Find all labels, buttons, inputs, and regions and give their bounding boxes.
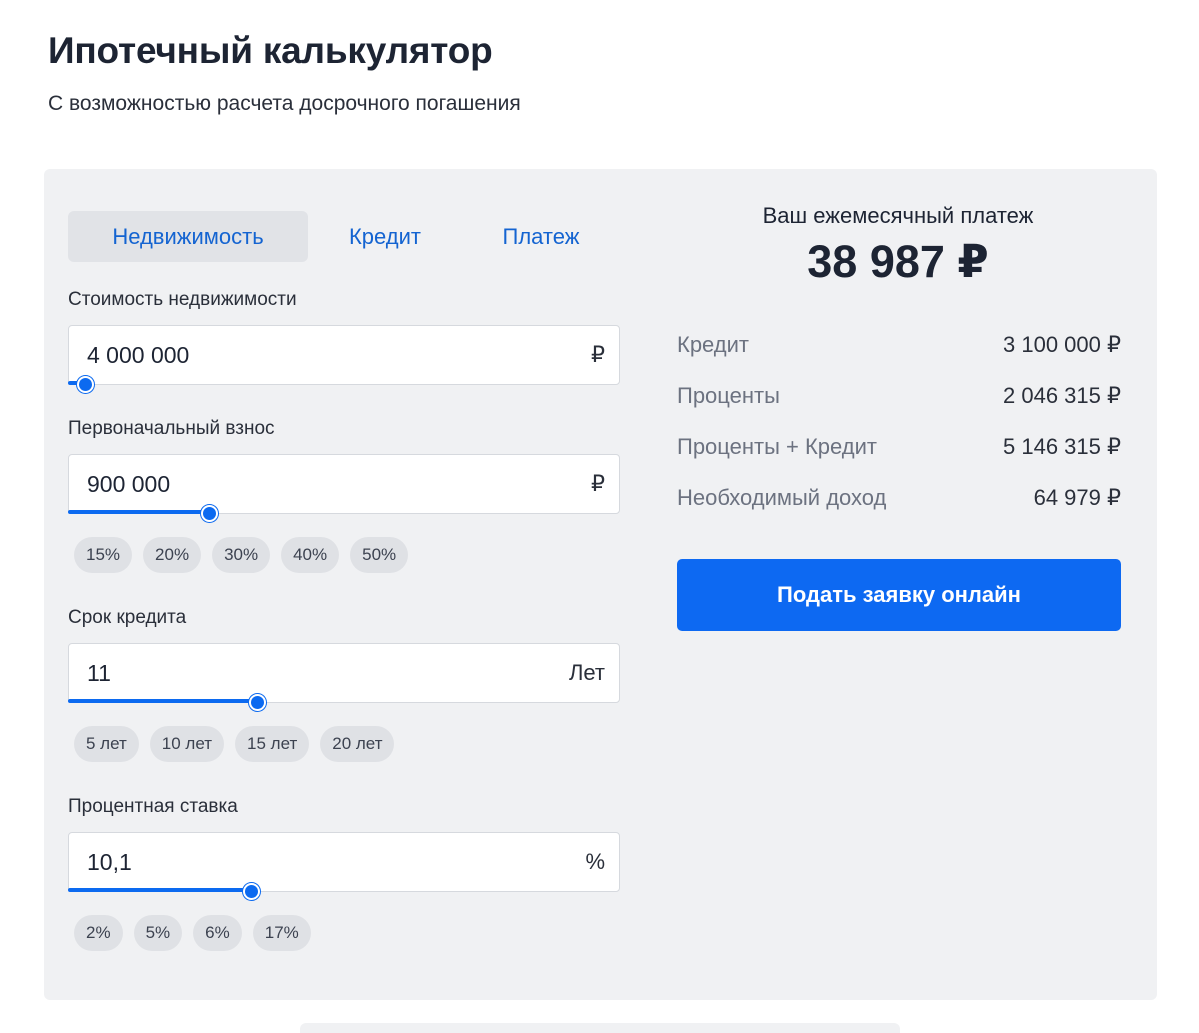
chip-term-10[interactable]: 10 лет	[149, 726, 225, 762]
next-section-edge	[300, 1023, 900, 1033]
summary-label: Проценты + Кредит	[677, 434, 877, 459]
summary-row-credit: Кредит 3 100 000 ₽	[677, 332, 1121, 358]
ruble-unit: ₽	[591, 342, 605, 367]
summary-label: Кредит	[677, 332, 750, 357]
summary-value: 3 100 000 ₽	[1003, 332, 1121, 357]
chip-down-payment-15[interactable]: 15%	[74, 537, 133, 573]
chip-rate-2[interactable]: 2%	[74, 915, 123, 951]
interest-rate-slider[interactable]	[68, 883, 620, 900]
tab-credit[interactable]: Кредит	[308, 211, 462, 262]
apply-online-button[interactable]: Подать заявку онлайн	[677, 559, 1121, 631]
chip-term-5[interactable]: 5 лет	[74, 726, 139, 762]
summary-value: 2 046 315 ₽	[1003, 383, 1121, 408]
property-cost-slider[interactable]	[68, 376, 620, 393]
chip-rate-6[interactable]: 6%	[193, 915, 242, 951]
slider-fill	[68, 888, 252, 892]
years-unit: Лет	[568, 660, 605, 685]
loan-term-chips: 5 лет 10 лет 15 лет 20 лет	[74, 726, 395, 762]
chip-down-payment-40[interactable]: 40%	[281, 537, 340, 573]
ruble-unit: ₽	[591, 471, 605, 496]
monthly-payment-title: Ваш ежемесячный платеж	[762, 203, 1034, 228]
chip-down-payment-30[interactable]: 30%	[212, 537, 271, 573]
page-subtitle: С возможностью расчета досрочного погаше…	[48, 92, 521, 115]
slider-fill	[68, 699, 257, 703]
slider-thumb[interactable]	[76, 376, 94, 393]
interest-rate-chips: 2% 5% 6% 17%	[74, 915, 311, 951]
slider-fill	[68, 510, 209, 514]
summary-label: Проценты	[677, 383, 780, 408]
calculator-panel: Недвижимость Кредит Платеж Стоимость нед…	[44, 169, 1157, 1000]
tab-property[interactable]: Недвижимость	[68, 211, 308, 262]
page-title: Ипотечный калькулятор	[48, 30, 493, 71]
chip-term-20[interactable]: 20 лет	[320, 726, 395, 762]
chip-down-payment-20[interactable]: 20%	[143, 537, 202, 573]
summary-value: 64 979 ₽	[1033, 485, 1121, 510]
slider-thumb[interactable]	[248, 694, 266, 711]
tab-payment[interactable]: Платеж	[462, 211, 620, 262]
percent-unit: %	[585, 849, 605, 874]
summary-label: Необходимый доход	[677, 485, 887, 510]
chip-term-15[interactable]: 15 лет	[235, 726, 310, 762]
calculator-tabs: Недвижимость Кредит Платеж	[68, 211, 620, 262]
summary-row-interest: Проценты 2 046 315 ₽	[677, 383, 1121, 409]
slider-thumb[interactable]	[200, 505, 218, 522]
loan-term-slider[interactable]	[68, 694, 620, 711]
summary-row-income: Необходимый доход 64 979 ₽	[677, 485, 1121, 511]
summary-value: 5 146 315 ₽	[1003, 434, 1121, 459]
property-cost-label: Стоимость недвижимости	[68, 289, 297, 310]
monthly-payment-amount: 38 987 ₽	[807, 236, 989, 287]
chip-rate-5[interactable]: 5%	[133, 915, 183, 951]
interest-rate-label: Процентная ставка	[68, 796, 238, 817]
down-payment-slider[interactable]	[68, 505, 620, 522]
chip-rate-17[interactable]: 17%	[252, 915, 311, 951]
down-payment-label: Первоначальный взнос	[68, 418, 275, 439]
summary-row-total: Проценты + Кредит 5 146 315 ₽	[677, 434, 1121, 460]
down-payment-chips: 15% 20% 30% 40% 50%	[74, 537, 409, 573]
chip-down-payment-50[interactable]: 50%	[350, 537, 409, 573]
loan-term-label: Срок кредита	[68, 607, 187, 628]
slider-thumb[interactable]	[243, 883, 261, 900]
